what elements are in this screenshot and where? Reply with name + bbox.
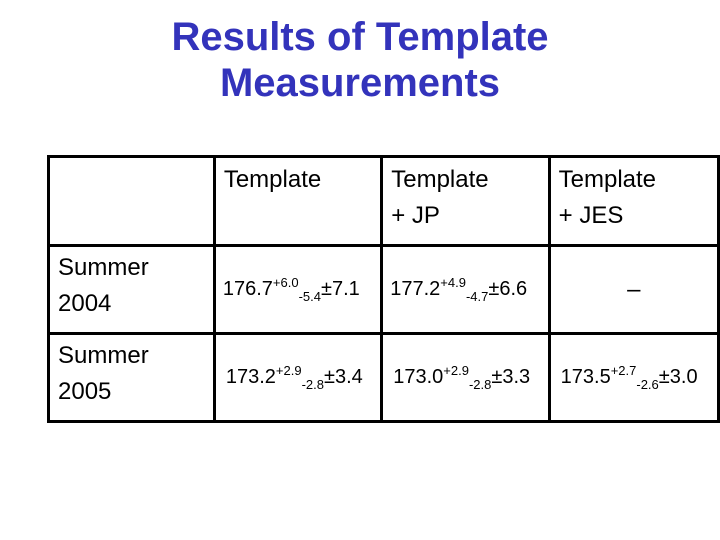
central-value: 173.2	[225, 365, 276, 388]
row-label-line-2: 2005	[58, 378, 112, 405]
central-value: 173.0	[393, 365, 444, 388]
minus-error: -5.4	[298, 288, 321, 304]
plus-error: +2.9	[443, 362, 469, 378]
slide-title: Results of Template Measurements	[0, 14, 720, 106]
row-label-summer-2005: Summer 2005	[47, 332, 216, 423]
central-value: 176.7	[222, 277, 273, 300]
plus-error: +2.9	[275, 362, 302, 378]
central-value: 177.2	[390, 277, 441, 300]
title-line-1: Results of Template	[171, 15, 549, 59]
results-table: Template Template + JP Template + JES Su…	[47, 155, 720, 423]
header-text: Template	[223, 166, 322, 193]
table-row: Summer 2004 176.7+6.0-5.4±7.1 177.2+4.9-…	[47, 244, 720, 335]
row-label-line-1: Summer	[58, 342, 149, 369]
minus-error: -4.7	[465, 288, 489, 304]
cell-2004-template-jp: 177.2+4.9-4.7±6.6	[380, 244, 551, 335]
syst-error: ±6.6	[488, 277, 528, 300]
syst-error: ±3.3	[491, 365, 531, 388]
cell-2004-template: 176.7+6.0-5.4±7.1	[212, 244, 384, 335]
cell-2005-template: 173.2+2.9-2.8±3.4	[212, 332, 384, 423]
plus-error: +4.9	[440, 274, 466, 290]
header-text: Template	[558, 166, 657, 193]
header-corner-cell	[47, 155, 216, 247]
plus-error: +2.7	[610, 362, 637, 378]
minus-error: -2.8	[468, 376, 492, 392]
title-line-2: Measurements	[219, 61, 501, 105]
minus-error: -2.6	[636, 376, 659, 392]
row-label-line-1: Summer	[58, 254, 149, 281]
header-template-jp: Template + JP	[380, 155, 551, 247]
row-label-line-2: 2004	[58, 290, 112, 317]
header-text: Template	[391, 166, 489, 193]
table-row: Summer 2005 173.2+2.9-2.8±3.4 173.0+2.9-…	[47, 332, 720, 423]
syst-error: ±7.1	[320, 277, 360, 300]
cell-2005-template-jes: 173.5+2.7-2.6±3.0	[547, 332, 720, 423]
plus-error: +6.0	[272, 274, 299, 290]
syst-error: ±3.0	[658, 365, 698, 388]
row-label-summer-2004: Summer 2004	[47, 244, 216, 335]
empty-dash: –	[627, 275, 641, 303]
header-template: Template	[212, 155, 384, 247]
syst-error: ±3.4	[323, 365, 363, 388]
header-subtext: + JES	[558, 202, 624, 229]
header-row: Template Template + JP Template + JES	[47, 155, 720, 247]
cell-2004-template-jes: –	[547, 244, 720, 335]
cell-2005-template-jp: 173.0+2.9-2.8±3.3	[380, 332, 551, 423]
central-value: 173.5	[560, 365, 611, 388]
minus-error: -2.8	[301, 376, 324, 392]
header-template-jes: Template + JES	[547, 155, 720, 247]
header-subtext: + JP	[391, 202, 440, 229]
